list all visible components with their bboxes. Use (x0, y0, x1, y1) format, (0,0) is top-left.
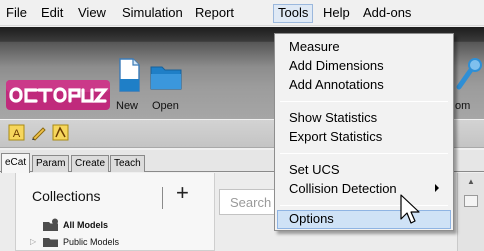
tab-teach[interactable]: Teach (110, 155, 145, 172)
scrollbar[interactable]: ▲ (457, 173, 484, 251)
menu-item-set-ucs[interactable]: Set UCS (277, 161, 451, 180)
zoom-icon[interactable] (455, 55, 484, 95)
scroll-up-arrow-icon[interactable]: ▲ (464, 177, 478, 191)
scroll-thumb[interactable] (464, 195, 478, 207)
menu-help[interactable]: Help (318, 4, 355, 23)
menu-tools[interactable]: Tools (273, 4, 314, 23)
menu-separator (280, 101, 448, 102)
menu-file[interactable]: File (1, 4, 32, 23)
divider (162, 187, 163, 209)
menu-edit[interactable]: Edit (36, 4, 68, 23)
mouse-pointer-icon (400, 194, 420, 224)
menu-item-export-statistics[interactable]: Export Statistics (277, 128, 451, 147)
menu-report[interactable]: Report (190, 4, 239, 23)
all-models-icon (43, 218, 58, 231)
tree-item-all-models[interactable]: All Models (63, 220, 108, 230)
tree-expander-icon[interactable]: ▷ (30, 237, 36, 246)
open-folder-icon[interactable] (148, 53, 184, 97)
svg-text:A: A (13, 128, 21, 140)
menu-add-ons[interactable]: Add-ons (358, 4, 416, 23)
public-models-folder-icon (43, 238, 58, 247)
search-placeholder: Search (230, 195, 272, 210)
tree-item-public-models[interactable]: Public Models (63, 237, 119, 247)
new-file-icon[interactable] (114, 53, 144, 97)
menu-item-add-annotations[interactable]: Add Annotations (277, 76, 451, 95)
menu-item-show-statistics[interactable]: Show Statistics (277, 109, 451, 128)
search-input[interactable]: Search (219, 189, 279, 215)
submenu-arrow-icon (435, 184, 439, 192)
open-label: Open (152, 100, 179, 112)
menu-separator (280, 153, 448, 154)
annotate-icon[interactable]: A (8, 124, 25, 141)
add-collection-button[interactable]: + (176, 182, 189, 204)
measure-icon[interactable] (52, 124, 69, 141)
menu-item-add-dimensions[interactable]: Add Dimensions (277, 57, 451, 76)
octopuz-logo (6, 80, 110, 110)
collections-panel: Collections + All Models ▷ Public Models (15, 173, 215, 251)
collections-title: Collections (32, 188, 101, 204)
menu-simulation[interactable]: Simulation (117, 4, 188, 23)
new-label: New (116, 100, 139, 112)
pencil-icon[interactable] (30, 124, 47, 141)
menu-view[interactable]: View (73, 4, 111, 23)
tab-param[interactable]: Param (32, 155, 70, 172)
tab-create[interactable]: Create (71, 155, 110, 172)
menu-bar: File Edit View Simulation Report Tools H… (0, 0, 484, 26)
tab-ecat[interactable]: eCat (1, 153, 31, 173)
collision-detection-label: Collision Detection (289, 181, 397, 196)
menu-item-measure[interactable]: Measure (277, 38, 451, 57)
zoom-label-partial: om (455, 100, 471, 112)
